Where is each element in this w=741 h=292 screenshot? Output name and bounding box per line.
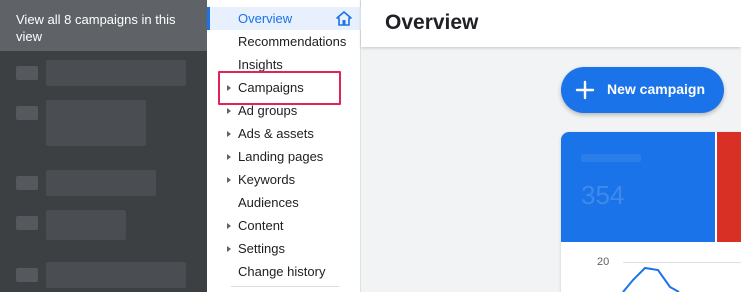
nav-item-label: Change history [238, 264, 326, 279]
nav-item-keywords[interactable]: Keywords [207, 168, 361, 191]
side-navigation: Overview Recommendations Insights Campai… [207, 0, 361, 292]
page-title: Overview [385, 11, 479, 34]
performance-card: 354 20 [561, 132, 741, 292]
new-campaign-label: New campaign [607, 81, 706, 97]
nav-divider [231, 286, 339, 287]
nav-item-ads-assets[interactable]: Ads & assets [207, 122, 361, 145]
main-content: Overview New campaign 354 20 [361, 0, 741, 292]
nav-item-content[interactable]: Content [207, 214, 361, 237]
campaigns-highlight-box [218, 71, 341, 105]
nav-item-label: Content [238, 218, 284, 233]
performance-line-chart [622, 266, 680, 292]
campaign-icon [16, 268, 38, 282]
caret-right-icon[interactable] [227, 154, 231, 160]
campaign-list-item[interactable] [46, 262, 186, 288]
page-header: Overview [361, 0, 741, 47]
campaign-list-item[interactable] [46, 170, 156, 196]
campaign-icon [16, 176, 38, 190]
chart-series-line [622, 266, 680, 292]
nav-item-overview[interactable]: Overview [207, 7, 361, 30]
plus-icon [575, 80, 595, 100]
nav-item-change-history[interactable]: Change history [207, 260, 361, 283]
campaign-list-item[interactable] [46, 100, 146, 146]
caret-right-icon[interactable] [227, 131, 231, 137]
campaign-icon [16, 216, 38, 230]
nav-item-label: Landing pages [238, 149, 324, 164]
nav-item-landing-pages[interactable]: Landing pages [207, 145, 361, 168]
nav-item-label: Overview [238, 11, 293, 26]
caret-right-icon[interactable] [227, 108, 231, 114]
metric-tile-value: 354 [581, 180, 625, 210]
nav-item-label: Audiences [238, 195, 299, 210]
metric-tile-label [581, 154, 641, 162]
campaign-list-item[interactable] [46, 60, 186, 86]
home-icon [336, 11, 352, 26]
nav-item-audiences[interactable]: Audiences [207, 191, 361, 214]
caret-right-icon[interactable] [227, 177, 231, 183]
campaign-list-item[interactable] [46, 210, 126, 240]
nav-item-recommendations[interactable]: Recommendations [207, 30, 361, 53]
caret-right-icon[interactable] [227, 223, 231, 229]
tooltip-text: View all 8 campaigns in this view [16, 12, 176, 44]
nav-item-label: Settings [238, 241, 285, 256]
campaign-list-panel: View all 8 campaigns in this view [0, 0, 207, 292]
campaign-icon [16, 66, 38, 80]
new-campaign-button[interactable]: New campaign [561, 67, 724, 113]
view-all-campaigns-tooltip[interactable]: View all 8 campaigns in this view [0, 0, 207, 51]
metric-tile-secondary[interactable] [715, 132, 741, 242]
metric-tile-clicks[interactable]: 354 [561, 132, 715, 242]
campaign-icon [16, 106, 38, 120]
nav-item-label: Recommendations [238, 34, 347, 49]
nav-item-label: Keywords [238, 172, 296, 187]
caret-right-icon[interactable] [227, 246, 231, 252]
nav-item-label: Ads & assets [238, 126, 314, 141]
nav-item-settings[interactable]: Settings [207, 237, 361, 260]
